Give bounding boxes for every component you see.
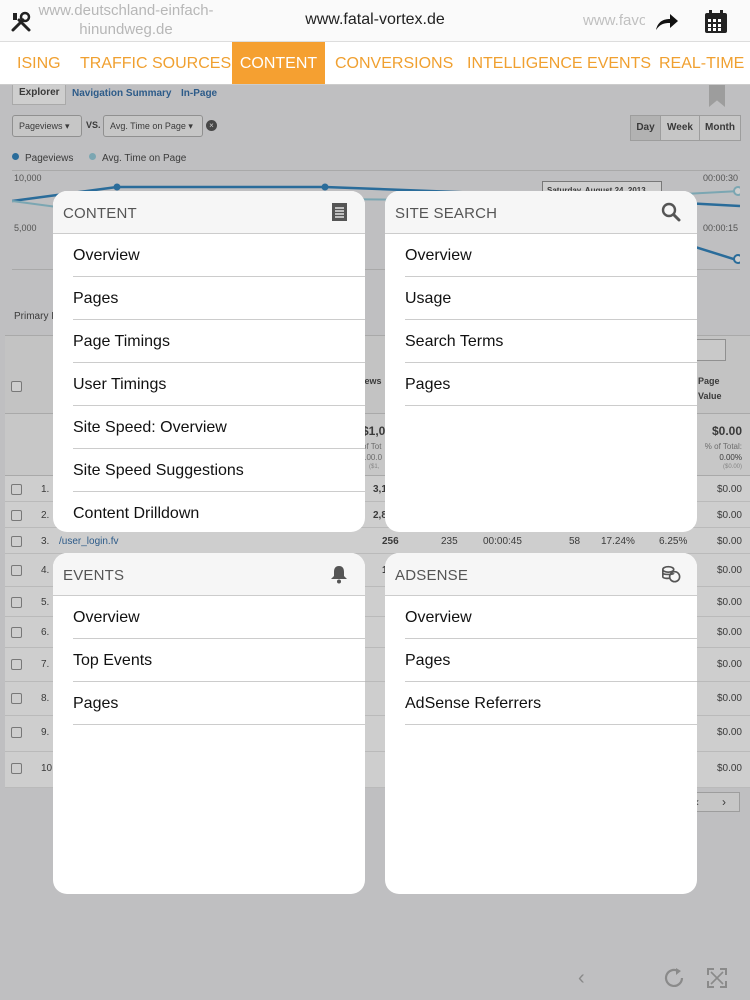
content-item-user-timings[interactable]: User Timings <box>73 363 365 406</box>
coins-icon <box>662 565 681 583</box>
adsense-item-overview[interactable]: Overview <box>405 596 697 639</box>
menu-item-label: Overview <box>73 609 140 626</box>
content-menu-card: CONTENT Overview Pages Page Timings User… <box>53 191 365 532</box>
refresh-icon[interactable] <box>662 967 686 989</box>
menu-item-label: Pages <box>73 290 119 307</box>
current-site-url[interactable]: www.fatal-vortex.de <box>250 11 500 29</box>
menu-item-label: Pages <box>405 376 451 393</box>
content-item-page-timings[interactable]: Page Timings <box>73 320 365 363</box>
adsense-item-pages[interactable]: Pages <box>405 639 697 682</box>
content-card-header: CONTENT <box>53 191 365 234</box>
menu-item-label: Search Terms <box>405 333 504 350</box>
menu-item-label: Top Events <box>73 652 153 669</box>
tab-intelligence-events[interactable]: INTELLIGENCE EVENTS <box>467 42 651 84</box>
adsense-menu-card: ADSENSE Overview Pages AdSense Referrers <box>385 553 697 894</box>
bottom-toolbar: ‹ <box>0 955 750 1000</box>
content-card-title: CONTENT <box>63 205 137 222</box>
menu-item-label: Overview <box>405 609 472 626</box>
site-search-item-overview[interactable]: Overview <box>405 234 697 277</box>
content-item-content-drilldown[interactable]: Content Drilldown <box>73 492 365 532</box>
menu-item-label: Overview <box>73 247 140 264</box>
report-tabs: ISING TRAFFIC SOURCES CONTENT CONVERSION… <box>0 42 750 85</box>
search-icon <box>661 202 681 222</box>
content-item-site-speed-overview[interactable]: Site Speed: Overview <box>73 406 365 449</box>
events-item-pages[interactable]: Pages <box>73 682 365 725</box>
menu-item-label: Pages <box>405 652 451 669</box>
site-search-menu-card: SITE SEARCH Overview Usage Search Terms … <box>385 191 697 532</box>
bell-icon <box>331 566 347 584</box>
tab-advertising[interactable]: ISING <box>17 42 61 84</box>
fullscreen-icon[interactable] <box>706 967 728 989</box>
events-menu-card: EVENTS Overview Top Events Pages <box>53 553 365 894</box>
calendar-icon[interactable] <box>704 10 728 34</box>
menu-item-label: User Timings <box>73 376 167 393</box>
tab-conversions[interactable]: CONVERSIONS <box>335 42 453 84</box>
site-search-item-search-terms[interactable]: Search Terms <box>405 320 697 363</box>
events-item-top-events[interactable]: Top Events <box>73 639 365 682</box>
left-site-url[interactable]: www.deutschland-einfach-hinundweg.de <box>26 1 226 39</box>
back-arrow-icon[interactable]: ‹ <box>578 967 585 990</box>
right-site-url[interactable]: www.favo <box>583 12 645 29</box>
events-item-overview[interactable]: Overview <box>73 596 365 639</box>
events-card-title: EVENTS <box>63 567 125 584</box>
browser-top-bar: www.deutschland-einfach-hinundweg.de www… <box>0 0 750 42</box>
menu-item-label: Pages <box>73 695 119 712</box>
menu-item-label: Page Timings <box>73 333 170 350</box>
site-search-card-header: SITE SEARCH <box>385 191 697 234</box>
adsense-item-referrers[interactable]: AdSense Referrers <box>405 682 697 725</box>
share-arrow-icon[interactable] <box>654 11 680 33</box>
events-card-header: EVENTS <box>53 553 365 596</box>
tab-content[interactable]: CONTENT <box>232 42 325 84</box>
tab-traffic-sources[interactable]: TRAFFIC SOURCES <box>80 42 231 84</box>
menu-item-label: Site Speed: Overview <box>73 419 227 436</box>
content-item-pages[interactable]: Pages <box>73 277 365 320</box>
menu-item-label: Overview <box>405 247 472 264</box>
adsense-card-header: ADSENSE <box>385 553 697 596</box>
menu-item-label: Content Drilldown <box>73 505 200 522</box>
menu-item-label: Usage <box>405 290 452 307</box>
content-item-site-speed-suggestions[interactable]: Site Speed Suggestions <box>73 449 365 492</box>
document-icon <box>332 203 347 221</box>
adsense-card-title: ADSENSE <box>395 567 469 584</box>
menu-item-label: Site Speed Suggestions <box>73 462 244 479</box>
site-search-card-title: SITE SEARCH <box>395 205 498 222</box>
tab-real-time[interactable]: REAL-TIME <box>659 42 744 84</box>
content-item-overview[interactable]: Overview <box>73 234 365 277</box>
menu-item-label: AdSense Referrers <box>405 695 542 712</box>
site-search-item-pages[interactable]: Pages <box>405 363 697 406</box>
site-search-item-usage[interactable]: Usage <box>405 277 697 320</box>
